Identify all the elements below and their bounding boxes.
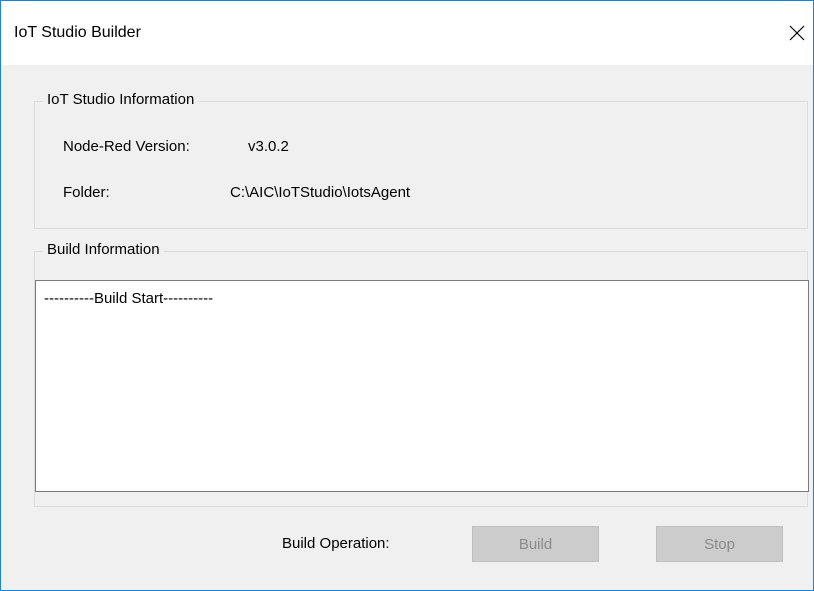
node-red-version-value: v3.0.2 [248,138,289,155]
window-title: IoT Studio Builder [14,24,141,41]
title-bar[interactable]: IoT Studio Builder [1,1,813,65]
studio-information-group: IoT Studio Information Node-Red Version:… [34,91,808,229]
folder-value: C:\AIC\IoTStudio\IotsAgent [230,184,411,201]
close-button[interactable] [773,13,813,53]
build-operation-label: Build Operation: [282,535,390,552]
build-information-group: Build Information ----------Build Start-… [34,241,809,507]
node-red-version-label: Node-Red Version: [63,138,190,155]
build-log-textarea[interactable]: ----------Build Start---------- [35,280,809,492]
close-icon [789,25,805,41]
builder-window: IoT Studio Builder IoT Studio Informatio… [0,0,814,591]
folder-label: Folder: [63,184,110,201]
studio-information-legend: IoT Studio Information [43,91,199,108]
build-button[interactable]: Build [472,526,599,562]
stop-button[interactable]: Stop [656,526,783,562]
build-information-legend: Build Information [43,241,164,258]
